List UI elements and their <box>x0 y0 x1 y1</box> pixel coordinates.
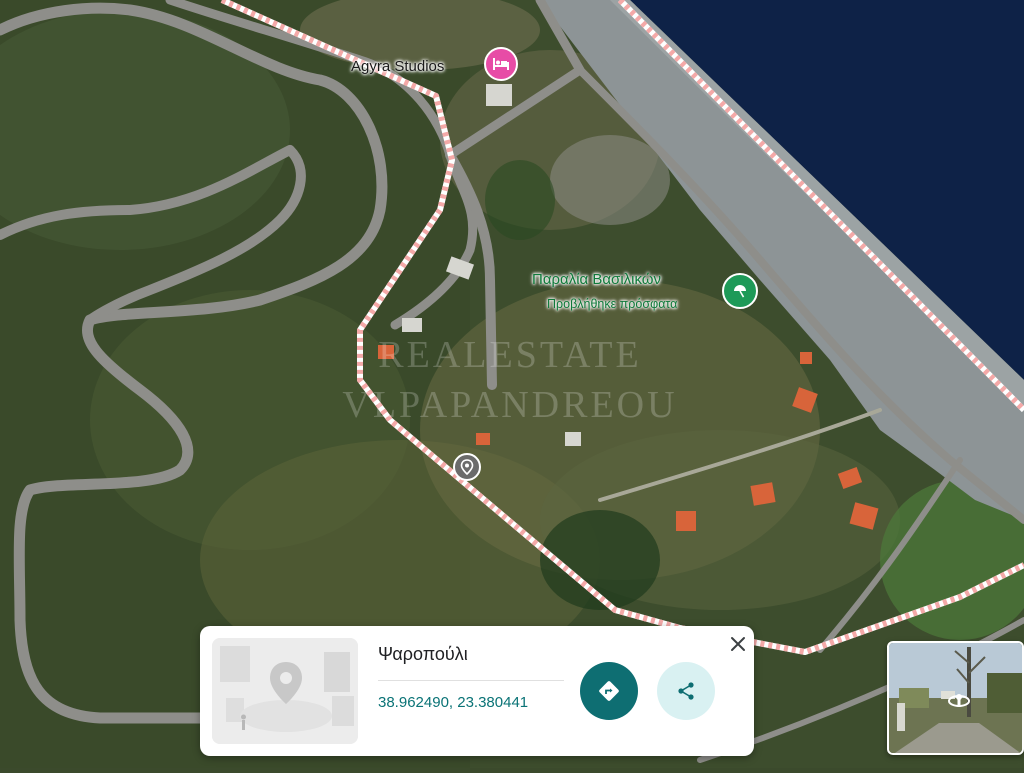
hotel-icon <box>493 58 509 70</box>
beach-icon <box>734 285 746 298</box>
place-thumbnail[interactable] <box>212 638 358 744</box>
rotate-360-icon <box>948 694 970 707</box>
close-button[interactable] <box>726 632 750 656</box>
dropped-pin[interactable] <box>453 453 481 481</box>
hotel-pin[interactable] <box>484 47 518 81</box>
hotel-label[interactable]: Agyra Studios <box>351 58 444 75</box>
location-placeholder-icon <box>212 638 358 744</box>
share-icon <box>678 682 694 700</box>
divider <box>378 680 564 681</box>
close-icon <box>731 637 745 651</box>
directions-button[interactable] <box>580 662 638 720</box>
street-view-thumbnail[interactable] <box>887 641 1024 755</box>
share-button[interactable] <box>657 662 715 720</box>
location-pin-icon <box>460 459 474 475</box>
place-name: Ψαροπούλι <box>378 644 468 664</box>
beach-label[interactable]: Παραλία Βασιλικών <box>532 271 661 288</box>
beach-sublabel: Προβλήθηκε πρόσφατα <box>547 297 678 311</box>
place-card: Ψαροπούλι 38.962490, 23.380441 <box>200 626 754 756</box>
directions-icon <box>599 681 619 701</box>
watermark: REALESTATE VLPAPANDREOU <box>342 334 678 426</box>
beach-pin[interactable] <box>722 273 758 309</box>
place-coordinates[interactable]: 38.962490, 23.380441 <box>378 694 528 711</box>
